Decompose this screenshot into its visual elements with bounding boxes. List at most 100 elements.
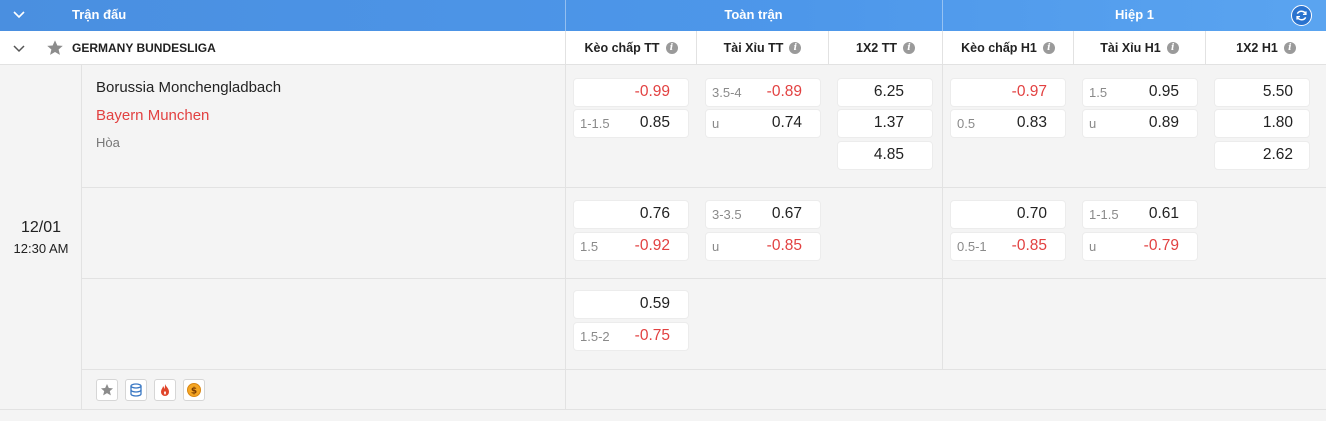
odds-value: 0.61 <box>1148 205 1179 222</box>
col-header-handicap-h1: Kèo chấp H1 i <box>942 31 1073 65</box>
favorite-league-star-icon[interactable] <box>46 39 64 62</box>
odds-value: -0.85 <box>766 237 802 254</box>
odds-cell[interactable]: u -0.85 <box>706 233 820 260</box>
odds-value: -0.79 <box>1143 237 1179 254</box>
first-half-title: Hiệp 1 <box>942 0 1326 31</box>
odds-cell[interactable]: 1.80 <box>1215 110 1309 137</box>
odds-line: u <box>712 116 720 131</box>
match-date: 12/01 <box>20 219 62 236</box>
odds-line: 1.5-2 <box>580 329 610 344</box>
odds-value: 2.62 <box>1262 146 1293 163</box>
odds-value: 6.25 <box>873 83 904 100</box>
col-label: 1X2 H1 <box>1236 41 1278 55</box>
odds-line: 0.5 <box>957 116 976 131</box>
refresh-icon[interactable] <box>1291 5 1312 26</box>
col-label: Tài Xỉu H1 <box>1100 41 1161 55</box>
odds-value: 0.70 <box>1016 205 1047 222</box>
match-datetime: 12/01 12:30 AM <box>0 65 82 409</box>
odds-cell[interactable]: 4.85 <box>838 142 932 169</box>
collapse-all-chevron-icon[interactable] <box>12 8 26 27</box>
odds-cell[interactable]: u -0.79 <box>1083 233 1197 260</box>
col-header-overunder-h1: Tài Xỉu H1 i <box>1073 31 1205 65</box>
full-time-title: Toàn trận <box>724 7 783 22</box>
odds-value: -0.97 <box>1011 83 1047 100</box>
draw-label: Hòa <box>96 135 120 150</box>
odds-cell[interactable]: 1-1.5 0.61 <box>1083 201 1197 228</box>
odds-cell[interactable]: 0.5 0.83 <box>951 110 1065 137</box>
odds-value: 0.85 <box>639 114 670 131</box>
league-row: GERMANY BUNDESLIGA Kèo chấp TT i Tài Xỉu … <box>0 31 1326 65</box>
col-header-overunder-tt: Tài Xỉu TT i <box>696 31 828 65</box>
odds-value: 1.80 <box>1262 114 1293 131</box>
odds-cell[interactable]: 1.5-2 -0.75 <box>574 323 688 350</box>
odds-value: -0.89 <box>766 83 802 100</box>
odds-value: 5.50 <box>1262 83 1293 100</box>
match-action-icons: $ <box>96 379 205 401</box>
odds-cell[interactable]: 1.5 -0.92 <box>574 233 688 260</box>
odds-value: 4.85 <box>873 146 904 163</box>
league-name: GERMANY BUNDESLIGA <box>72 41 216 55</box>
info-icon[interactable]: i <box>1042 42 1055 54</box>
database-icon[interactable] <box>125 379 147 401</box>
odds-cell[interactable]: 0.5-1 -0.85 <box>951 233 1065 260</box>
odds-value: 0.59 <box>639 295 670 312</box>
odds-value: 0.89 <box>1148 114 1179 131</box>
odds-cell[interactable]: 3-3.5 0.67 <box>706 201 820 228</box>
odds-line: 3-3.5 <box>712 207 742 222</box>
odds-cell[interactable]: 1.5 0.95 <box>1083 79 1197 106</box>
odds-cell[interactable]: 5.50 <box>1215 79 1309 106</box>
fire-icon[interactable] <box>154 379 176 401</box>
odds-value: -0.75 <box>634 327 670 344</box>
odds-cell[interactable]: 3.5-4 -0.89 <box>706 79 820 106</box>
match-time: 12:30 AM <box>13 241 69 256</box>
odds-cell[interactable]: 0.76 <box>574 201 688 228</box>
odds-cell[interactable]: 1.37 <box>838 110 932 137</box>
info-icon[interactable]: i <box>789 42 802 54</box>
odds-cell[interactable]: u 0.74 <box>706 110 820 137</box>
odds-value: -0.85 <box>1011 237 1047 254</box>
col-header-1x2-tt: 1X2 TT i <box>828 31 942 65</box>
col-label: Kèo chấp TT <box>584 41 660 55</box>
odds-cell[interactable]: -0.99 <box>574 79 688 106</box>
col-header-handicap-tt: Kèo chấp TT i <box>565 31 696 65</box>
odds-line: 1.5 <box>580 239 599 254</box>
odds-line: 1-1.5 <box>1089 207 1119 222</box>
odds-line: u <box>1089 239 1097 254</box>
odds-value: 0.83 <box>1016 114 1047 131</box>
col-label: Tài Xỉu TT <box>723 41 784 55</box>
svg-text:$: $ <box>191 387 197 397</box>
info-icon[interactable]: i <box>1283 42 1296 54</box>
odds-line: 1-1.5 <box>580 116 610 131</box>
away-team[interactable]: Bayern Munchen <box>96 107 209 124</box>
col-label: 1X2 TT <box>856 41 897 55</box>
odds-value: 0.76 <box>639 205 670 222</box>
info-icon[interactable]: i <box>665 42 678 54</box>
odds-line: 1.5 <box>1089 85 1108 100</box>
odds-line: u <box>712 239 720 254</box>
info-icon[interactable]: i <box>1166 42 1179 54</box>
odds-cell[interactable]: 1-1.5 0.85 <box>574 110 688 137</box>
odds-cell[interactable]: 0.70 <box>951 201 1065 228</box>
info-icon[interactable]: i <box>903 42 915 54</box>
odds-value: -0.99 <box>634 83 670 100</box>
odds-cell[interactable]: 2.62 <box>1215 142 1309 169</box>
odds-value: 1.37 <box>873 114 904 131</box>
star-icon[interactable] <box>96 379 118 401</box>
odds-line: 3.5-4 <box>712 85 742 100</box>
odds-cell[interactable]: u 0.89 <box>1083 110 1197 137</box>
odds-cell[interactable]: 6.25 <box>838 79 932 106</box>
coin-icon[interactable]: $ <box>183 379 205 401</box>
odds-value: -0.92 <box>634 237 670 254</box>
odds-value: 0.74 <box>771 114 802 131</box>
match-column-title: Trận đấu <box>72 7 127 22</box>
table-header: Trận đấu Toàn trận Hiệp 1 <box>0 0 1326 31</box>
odds-value: 0.95 <box>1148 83 1179 100</box>
collapse-league-chevron-icon[interactable] <box>12 42 26 60</box>
odds-cell[interactable]: 0.59 <box>574 291 688 318</box>
odds-line: u <box>1089 116 1097 131</box>
col-header-1x2-h1: 1X2 H1 i <box>1205 31 1326 65</box>
home-team[interactable]: Borussia Monchengladbach <box>96 79 281 96</box>
odds-cell[interactable]: -0.97 <box>951 79 1065 106</box>
odds-value: 0.67 <box>771 205 802 222</box>
odds-line: 0.5-1 <box>957 239 987 254</box>
